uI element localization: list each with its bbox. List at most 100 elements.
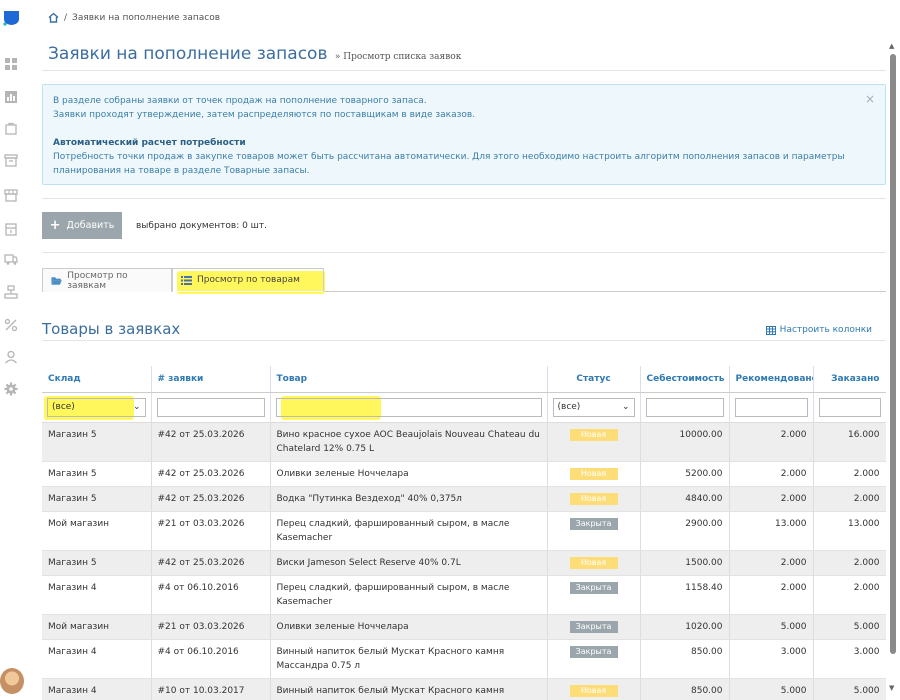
scroll-up-icon[interactable]: ▲ [889, 42, 894, 50]
add-button-label: Добавить [66, 220, 115, 231]
info-line-3: Потребность точки продаж в закупке товар… [53, 152, 845, 162]
recommended-filter-input[interactable] [734, 397, 808, 417]
cell-order-link[interactable]: #42 от 25.03.2026 [151, 486, 271, 512]
cell-warehouse: Магазин 4 [42, 639, 152, 679]
table-row[interactable]: Магазин 4 #4 от 06.10.2016 Винный напиток … [42, 639, 886, 679]
breadcrumb-separator: / [64, 12, 68, 23]
cell-ordered: 5.000 [813, 678, 886, 700]
table-row[interactable]: Магазин 5 #42 от 25.03.2026 Вино красное с… [42, 422, 886, 462]
col-header-cost[interactable]: Себестоимость [640, 366, 730, 393]
divider [42, 252, 886, 253]
home-icon[interactable] [48, 12, 59, 23]
status-badge: Закрыта [569, 517, 618, 530]
cell-order-link[interactable]: #21 от 03.03.2026 [151, 511, 271, 551]
cell-product: Вино красное сухое AOC Beaujolais Nouvea… [270, 422, 548, 462]
cell-order-link[interactable]: #4 от 06.10.2016 [151, 575, 271, 615]
cell-warehouse: Магазин 4 [42, 678, 152, 700]
store-icon[interactable] [4, 188, 18, 202]
cell-status: Новая [547, 678, 641, 700]
cell-cost: 4840.00 [640, 486, 730, 512]
cell-order-link[interactable]: #42 от 25.03.2026 [151, 550, 271, 576]
col-header-ordered[interactable]: Заказано [813, 366, 886, 393]
percent-icon[interactable] [4, 318, 18, 332]
side-rail [0, 0, 24, 700]
scroll-down-icon[interactable]: ▼ [889, 684, 894, 692]
cell-product: Винный напиток белый Мускат Красного кам… [270, 639, 548, 679]
info-heading: Автоматический расчет потребности [53, 138, 246, 148]
divider [42, 340, 886, 341]
scrollbar-thumb[interactable] [890, 54, 896, 654]
info-line-4-text: планирования на товаре в разделе [53, 166, 224, 176]
list-icon [181, 275, 192, 285]
cell-warehouse: Магазин 5 [42, 486, 152, 512]
status-badge: Новая [569, 492, 618, 505]
cell-status: Закрыта [547, 639, 641, 679]
info-alert: × В разделе собраны заявки от точек прод… [42, 84, 886, 185]
col-header-order[interactable]: # заявки [151, 366, 271, 393]
cell-warehouse: Мой магазин [42, 614, 152, 640]
cell-recommended: 2.000 [729, 422, 814, 462]
user-icon[interactable] [4, 350, 18, 364]
table-row[interactable]: Магазин 5 #42 от 25.03.2026 Водка "Путинка… [42, 486, 886, 512]
chevron-down-icon: ⌄ [621, 402, 630, 412]
chart-icon[interactable] [4, 90, 18, 104]
cell-ordered: 2.000 [813, 575, 886, 615]
truck-icon[interactable] [4, 252, 18, 266]
table-row[interactable]: Мой магазин #21 от 03.03.2026 Перец сладки… [42, 511, 886, 551]
warehouse-filter-select[interactable]: (все) ⌄ [47, 397, 146, 417]
suppliers-orders-link[interactable]: поставщикам в виде заказов [334, 110, 472, 120]
view-tabs: Просмотр по заявкам Просмотр по товарам [42, 268, 886, 294]
table-row[interactable]: Магазин 5 #42 от 25.03.2026 Оливки зеленые… [42, 461, 886, 487]
page-subtitle: » Просмотр списка заявок [334, 52, 462, 62]
cell-cost: 10000.00 [640, 422, 730, 462]
col-header-product[interactable]: Товар [270, 366, 548, 393]
cell-order-link[interactable]: #4 от 06.10.2016 [151, 639, 271, 679]
configure-columns-label: Настроить колонки [779, 325, 872, 335]
product-filter-input[interactable] [275, 397, 542, 417]
cell-order-link[interactable]: #42 от 25.03.2026 [151, 422, 271, 462]
status-filter-select[interactable]: (все) ⌄ [552, 397, 635, 417]
warehouse-filter-value: (все) [52, 402, 75, 412]
col-header-status[interactable]: Статус [547, 366, 641, 393]
cell-product: Виски Jameson Select Reserve 40% 0.7L [270, 550, 548, 576]
col-header-warehouse[interactable]: Склад [42, 366, 152, 393]
org-icon[interactable] [4, 285, 18, 299]
box-icon[interactable] [4, 222, 18, 236]
cell-status: Новая [547, 486, 641, 512]
table-row[interactable]: Магазин 4 #4 от 06.10.2016 Перец сладкий, … [42, 575, 886, 615]
cell-ordered: 13.000 [813, 511, 886, 551]
cell-product: Водка "Путинка Вездеход" 40% 0,375л [270, 486, 548, 512]
scrollbar[interactable]: ▲ ▼ [886, 40, 900, 700]
stock-link[interactable]: Товарные запасы [224, 166, 307, 176]
cell-cost: 850.00 [640, 639, 730, 679]
cell-cost: 1158.40 [640, 575, 730, 615]
order-filter-input[interactable] [156, 397, 265, 417]
avatar[interactable] [0, 668, 24, 694]
bag-icon[interactable] [4, 121, 18, 135]
cell-ordered: 16.000 [813, 422, 886, 462]
table-row[interactable]: Магазин 5 #42 от 25.03.2026 Виски Jameson … [42, 550, 886, 576]
ordered-filter-input[interactable] [818, 397, 881, 417]
table-row[interactable]: Магазин 4 #10 от 10.03.2017 Винный напиток… [42, 678, 886, 700]
cell-ordered: 3.000 [813, 639, 886, 679]
archive-icon[interactable] [4, 153, 18, 167]
table-row[interactable]: Мой магазин #21 от 03.03.2026 Оливки зелен… [42, 614, 886, 640]
tab-by-products[interactable]: Просмотр по товарам [172, 268, 324, 292]
cell-order-link[interactable]: #42 от 25.03.2026 [151, 461, 271, 487]
add-button[interactable]: + Добавить [42, 212, 122, 239]
cell-ordered: 5.000 [813, 614, 886, 640]
main-content: / Заявки на пополнение запасов Заявки на… [24, 0, 886, 700]
gear-icon[interactable] [4, 382, 18, 396]
cell-order-link[interactable]: #10 от 10.03.2017 [151, 678, 271, 700]
configure-columns-link[interactable]: Настроить колонки [765, 325, 872, 335]
chevron-down-icon: ⌄ [132, 402, 141, 412]
info-line-2-text: Заявки проходят утверждение, затем распр… [53, 110, 335, 120]
cost-filter-input[interactable] [645, 397, 724, 417]
logo-icon[interactable] [3, 10, 20, 26]
close-icon[interactable]: × [865, 92, 875, 106]
col-header-recommended[interactable]: Рекомендовано [729, 366, 814, 393]
cell-warehouse: Магазин 4 [42, 575, 152, 615]
tab-by-orders[interactable]: Просмотр по заявкам [42, 268, 172, 292]
dashboard-icon[interactable] [4, 57, 18, 71]
cell-order-link[interactable]: #21 от 03.03.2026 [151, 614, 271, 640]
